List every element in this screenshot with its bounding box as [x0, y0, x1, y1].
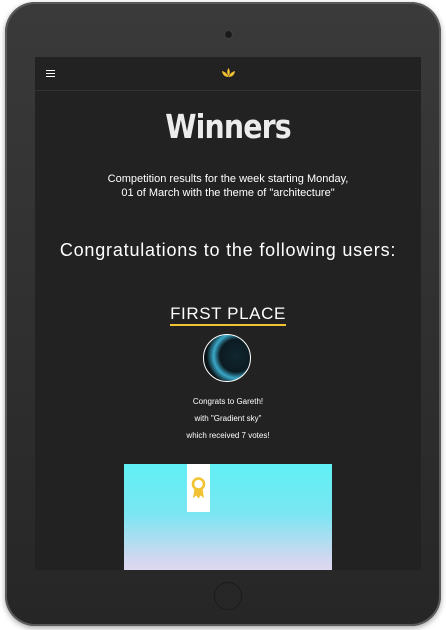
award-badge: [187, 464, 210, 512]
competition-intro: Competition results for the week startin…: [107, 173, 349, 199]
winner-photo-line: with "Gradient sky": [194, 414, 262, 423]
winner-avatar[interactable]: [203, 334, 251, 382]
congratulations-heading: Congratulations to the following users:: [59, 240, 397, 260]
award-ribbon-icon: [191, 477, 206, 499]
first-place-heading: FIRST PLACE: [35, 304, 421, 326]
navbar: [35, 57, 421, 91]
screen: Winners Competition results for the week…: [35, 57, 421, 570]
winner-congrats-line: Congrats to Gareth!: [192, 397, 264, 406]
hamburger-menu-icon[interactable]: [46, 70, 55, 78]
first-place-label: FIRST PLACE: [170, 304, 286, 326]
winning-photo[interactable]: [124, 464, 332, 570]
camera-icon: [224, 30, 233, 39]
page-title: Winners: [165, 107, 291, 146]
lotus-logo-icon[interactable]: [221, 67, 236, 80]
home-button[interactable]: [214, 582, 242, 610]
tablet-frame: Winners Competition results for the week…: [5, 2, 441, 626]
winner-details: Congrats to Gareth! with "Gradient sky" …: [35, 393, 421, 444]
winner-votes-line: which received 7 votes!: [186, 431, 270, 440]
